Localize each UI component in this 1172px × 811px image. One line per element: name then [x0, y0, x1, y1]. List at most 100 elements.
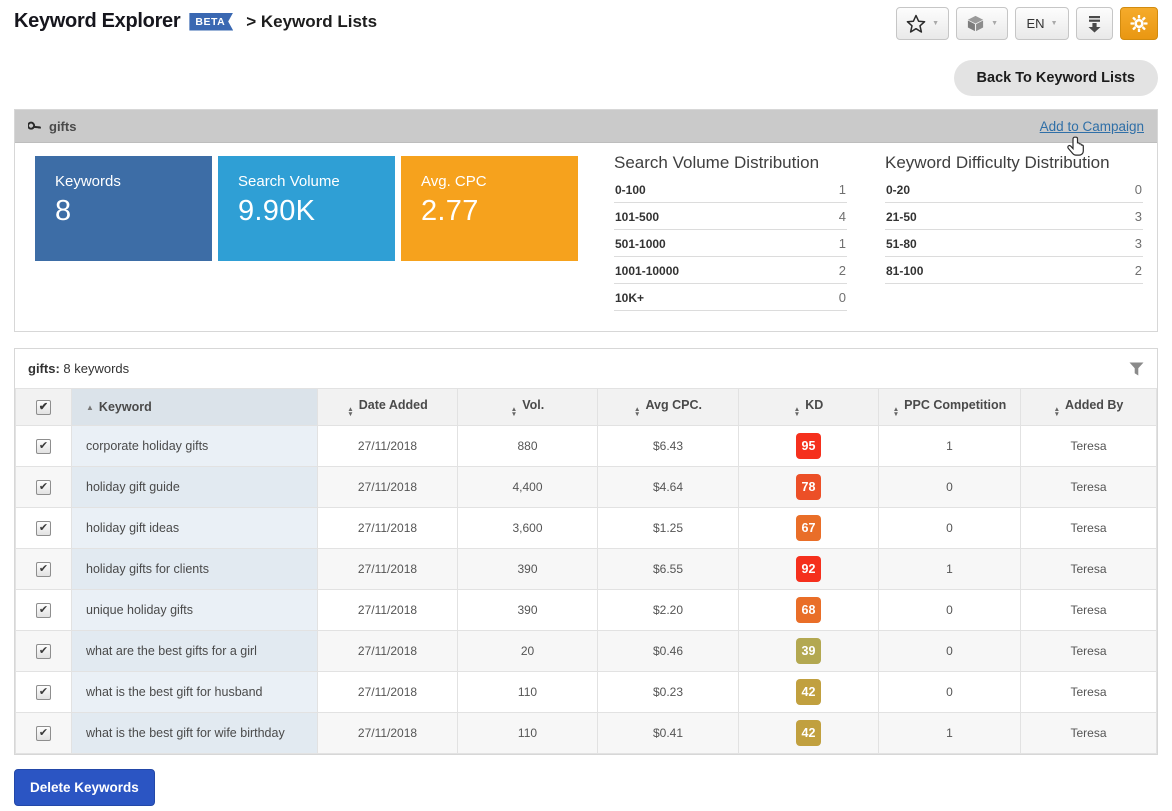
key-icon: [28, 119, 42, 133]
back-to-keyword-lists-button[interactable]: Back To Keyword Lists: [954, 60, 1158, 96]
table-row: ✔ what is the best gift for husband 27/1…: [16, 672, 1157, 713]
download-icon: [1086, 15, 1103, 33]
added-by-cell: Teresa: [1021, 426, 1157, 467]
back-row: Back To Keyword Lists: [0, 40, 1172, 109]
kd-cell: 67: [739, 508, 879, 549]
star-icon: [906, 14, 926, 34]
stat-card-keywords: Keywords 8: [35, 156, 212, 261]
row-checkbox[interactable]: ✔: [36, 603, 51, 618]
kd-badge: 42: [796, 679, 822, 706]
add-to-campaign-link[interactable]: Add to Campaign: [1040, 119, 1144, 134]
gear-icon: [1130, 14, 1148, 33]
keyword-cell: unique holiday gifts: [72, 590, 318, 631]
table-row: ✔ holiday gift ideas 27/11/2018 3,600 $1…: [16, 508, 1157, 549]
row-checkbox[interactable]: ✔: [36, 644, 51, 659]
breadcrumb: > Keyword Lists: [246, 12, 377, 32]
column-header-avg-cpc[interactable]: ▲▼Avg CPC.: [598, 389, 739, 426]
row-checkbox[interactable]: ✔: [36, 685, 51, 700]
column-header-kd[interactable]: ▲▼KD: [739, 389, 879, 426]
stat-value: 8: [55, 195, 202, 228]
row-checkbox[interactable]: ✔: [36, 439, 51, 454]
column-header-keyword[interactable]: ▲Keyword: [72, 389, 318, 426]
distribution-row: 1001-100002: [614, 257, 847, 284]
table-row: ✔ holiday gifts for clients 27/11/2018 3…: [16, 549, 1157, 590]
chevron-down-icon: ▼: [991, 20, 998, 27]
vol-cell: 4,400: [458, 467, 598, 508]
export-button[interactable]: [1076, 7, 1113, 40]
kd-cell: 78: [739, 467, 879, 508]
cpc-cell: $4.64: [598, 467, 739, 508]
list-name-group: gifts: [28, 119, 76, 134]
chevron-down-icon: ▼: [1051, 20, 1058, 27]
check-icon: ✔: [39, 402, 48, 413]
kd-badge: 95: [796, 433, 822, 460]
column-header-ppc-competition[interactable]: ▲▼PPC Competition: [879, 389, 1021, 426]
language-dropdown-button[interactable]: EN ▼: [1015, 7, 1069, 40]
select-all-header[interactable]: ✔: [16, 389, 72, 426]
check-icon: ✔: [39, 605, 48, 616]
keyword-cell: holiday gift guide: [72, 467, 318, 508]
favorites-dropdown-button[interactable]: ▼: [896, 7, 949, 40]
vol-cell: 110: [458, 672, 598, 713]
column-header-date-added[interactable]: ▲▼Date Added: [318, 389, 458, 426]
app-header: Keyword Explorer BETA > Keyword Lists ▼ …: [0, 0, 1172, 40]
list-summary-header: gifts Add to Campaign: [15, 110, 1157, 143]
cube-icon: [966, 14, 985, 33]
row-checkbox[interactable]: ✔: [36, 562, 51, 577]
row-checkbox[interactable]: ✔: [36, 726, 51, 741]
sort-icon: ▲▼: [511, 407, 517, 417]
date-cell: 27/11/2018: [318, 426, 458, 467]
select-all-checkbox[interactable]: ✔: [36, 400, 51, 415]
column-header-added-by[interactable]: ▲▼Added By: [1021, 389, 1157, 426]
cpc-cell: $2.20: [598, 590, 739, 631]
distribution-row: 101-5004: [614, 203, 847, 230]
toolbar: ▼ ▼ EN ▼: [896, 7, 1158, 40]
checkbox-cell: ✔: [16, 590, 72, 631]
filter-icon[interactable]: [1129, 362, 1144, 376]
delete-keywords-button[interactable]: Delete Keywords: [14, 769, 155, 806]
list-summary-body: Keywords 8 Search Volume 9.90K Avg. CPC …: [15, 143, 1157, 331]
date-cell: 27/11/2018: [318, 672, 458, 713]
keyword-cell: what are the best gifts for a girl: [72, 631, 318, 672]
kd-cell: 42: [739, 672, 879, 713]
added-by-cell: Teresa: [1021, 672, 1157, 713]
sort-icon: ▲▼: [634, 407, 640, 417]
added-by-cell: Teresa: [1021, 590, 1157, 631]
ppc-cell: 1: [879, 713, 1021, 754]
check-icon: ✔: [39, 646, 48, 657]
ppc-cell: 1: [879, 426, 1021, 467]
kd-badge: 78: [796, 474, 822, 501]
kd-cell: 42: [739, 713, 879, 754]
keyword-cell: holiday gift ideas: [72, 508, 318, 549]
sort-asc-icon: ▲: [86, 403, 94, 412]
keywords-table-panel: gifts: 8 keywords ✔ ▲Keyword ▲▼Date Adde…: [14, 348, 1158, 755]
keywords-table: ✔ ▲Keyword ▲▼Date Added ▲▼Vol. ▲▼Avg CPC…: [15, 388, 1157, 754]
kd-badge: 39: [796, 638, 822, 665]
column-header-vol[interactable]: ▲▼Vol.: [458, 389, 598, 426]
keyword-difficulty-distribution: Keyword Difficulty Distribution 0-200 21…: [885, 153, 1143, 311]
row-checkbox[interactable]: ✔: [36, 521, 51, 536]
sort-icon: ▲▼: [893, 407, 899, 417]
cpc-cell: $6.43: [598, 426, 739, 467]
date-cell: 27/11/2018: [318, 467, 458, 508]
ppc-cell: 0: [879, 672, 1021, 713]
keyword-cell: corporate holiday gifts: [72, 426, 318, 467]
stat-cards: Keywords 8 Search Volume 9.90K Avg. CPC …: [35, 156, 578, 311]
table-row: ✔ what is the best gift for wife birthda…: [16, 713, 1157, 754]
keyword-cell: what is the best gift for wife birthday: [72, 713, 318, 754]
chevron-down-icon: ▼: [932, 20, 939, 27]
apps-dropdown-button[interactable]: ▼: [956, 7, 1008, 40]
row-checkbox[interactable]: ✔: [36, 480, 51, 495]
checkbox-cell: ✔: [16, 631, 72, 672]
stat-card-avg-cpc: Avg. CPC 2.77: [401, 156, 578, 261]
date-cell: 27/11/2018: [318, 713, 458, 754]
list-name: gifts: [49, 119, 76, 134]
settings-button[interactable]: [1120, 7, 1158, 40]
ppc-cell: 0: [879, 467, 1021, 508]
date-cell: 27/11/2018: [318, 590, 458, 631]
distribution-row: 501-10001: [614, 230, 847, 257]
sort-icon: ▲▼: [347, 407, 353, 417]
vol-cell: 390: [458, 590, 598, 631]
table-summary: gifts: 8 keywords: [28, 361, 129, 376]
kd-badge: 92: [796, 556, 822, 583]
